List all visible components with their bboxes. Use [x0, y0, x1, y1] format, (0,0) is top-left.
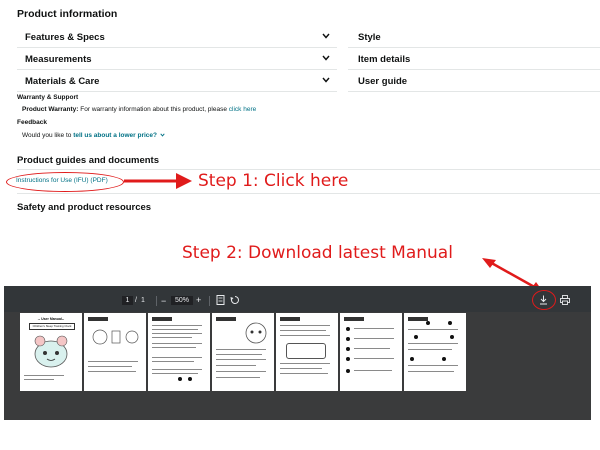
divider	[17, 193, 600, 194]
step2-label: Step 2: Download latest Manual	[182, 243, 453, 263]
accordion-user-guide[interactable]: User guide	[348, 71, 600, 92]
feedback-text: Would you like to	[22, 132, 74, 139]
feedback-line: Would you like to tell us about a lower …	[22, 132, 166, 139]
warranty-line: Product Warranty: For warranty informati…	[22, 106, 256, 113]
fit-page-icon[interactable]	[216, 295, 225, 305]
manual-subtitle: Children's Sleep Training Clock	[29, 323, 75, 330]
chevron-down-icon	[322, 33, 330, 39]
accordion-style[interactable]: Style	[348, 27, 600, 48]
pdf-page-thumbnail	[212, 313, 274, 391]
step1-label: Step 1: Click here	[198, 171, 349, 191]
warranty-title: Warranty & Support	[17, 94, 79, 101]
download-icon[interactable]	[539, 295, 548, 305]
safety-title: Safety and product resources	[17, 202, 152, 213]
product-guides-title: Product guides and documents	[17, 155, 159, 166]
chevron-down-icon	[322, 55, 330, 61]
zoom-out-button[interactable]: −	[161, 296, 166, 306]
lower-price-link[interactable]: tell us about a lower price?	[73, 132, 157, 139]
toolbar-divider	[156, 296, 157, 306]
step1-arrow	[124, 173, 192, 189]
zoom-level[interactable]: 50%	[171, 296, 193, 305]
pdf-page-thumbnail	[276, 313, 338, 391]
pdf-page-thumbnail	[340, 313, 402, 391]
pdf-page-thumbnail: -- User Manual-- Children's Sleep Traini…	[20, 313, 82, 391]
clock-illustration	[245, 322, 267, 344]
warranty-text: For warranty information about this prod…	[78, 106, 229, 113]
accordion-item-details[interactable]: Item details	[348, 49, 600, 70]
print-icon[interactable]	[560, 295, 570, 305]
rotate-icon[interactable]	[230, 295, 240, 305]
sleep-clock-illustration	[34, 335, 68, 368]
warranty-click-here-link[interactable]: click here	[229, 106, 256, 113]
accordion-label: Measurements	[25, 54, 92, 65]
divider	[17, 169, 600, 170]
accordion-label: User guide	[358, 76, 408, 87]
toolbar-divider	[209, 296, 210, 306]
warranty-label: Product Warranty:	[22, 106, 79, 113]
manual-title: -- User Manual--	[37, 317, 65, 321]
accordion-label: Style	[358, 32, 381, 43]
accordion-materials-care[interactable]: Materials & Care	[17, 71, 337, 92]
pdf-page-thumbnail	[404, 313, 466, 391]
diagram-illustration	[92, 329, 139, 345]
page-total: 1	[141, 297, 145, 304]
zoom-in-button[interactable]: +	[196, 295, 201, 305]
ifu-pdf-link[interactable]: Instructions for Use (IFU) (PDF)	[16, 177, 108, 184]
accordion-label: Materials & Care	[25, 76, 100, 87]
pdf-viewer: 1 / 1 − 50% + -- User Manual-- Children'…	[4, 286, 591, 420]
chevron-down-icon[interactable]	[159, 132, 166, 138]
accordion-features-specs[interactable]: Features & Specs	[17, 27, 337, 48]
display-illustration	[286, 343, 326, 359]
feedback-title: Feedback	[17, 119, 47, 126]
product-information-title: Product information	[17, 8, 118, 20]
pdf-page-thumbnail	[148, 313, 210, 391]
page-number-input[interactable]: 1	[122, 296, 133, 305]
pdf-toolbar: 1 / 1 − 50% +	[4, 286, 591, 312]
page-separator: /	[135, 297, 137, 304]
accordion-measurements[interactable]: Measurements	[17, 49, 337, 70]
chevron-down-icon	[322, 77, 330, 83]
pdf-page-thumbnail	[84, 313, 146, 391]
accordion-label: Features & Specs	[25, 32, 105, 43]
accordion-label: Item details	[358, 54, 411, 65]
